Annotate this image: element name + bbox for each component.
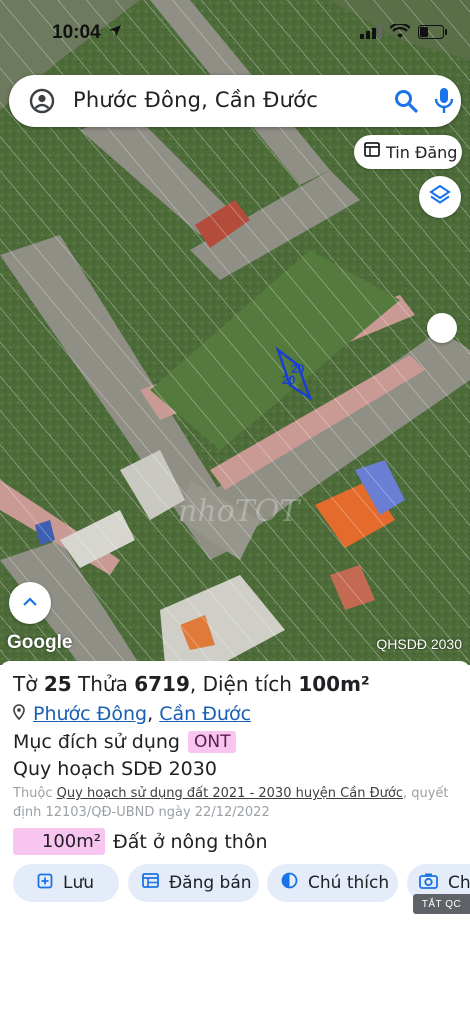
account-circle-icon[interactable]: [29, 88, 55, 119]
search-bar[interactable]: Phước Đông, Cần Đước: [9, 75, 461, 127]
expand-panel-button[interactable]: [9, 582, 51, 624]
plan-title: Quy hoạch SDĐ 2030: [13, 758, 217, 780]
wifi-icon: [389, 22, 411, 44]
signal-icon: [360, 24, 382, 44]
commune-link[interactable]: Phước Đông: [33, 703, 147, 725]
plot-label-depth: 20: [282, 373, 296, 387]
status-bar: 10:04: [0, 18, 470, 52]
land-use-code-badge: ONT: [187, 731, 237, 753]
zoning-area-badge: 100m²: [13, 828, 105, 855]
district-link[interactable]: Cần Đước: [159, 703, 251, 725]
layers-button[interactable]: [419, 176, 461, 218]
post-sale-button[interactable]: Đăng bán: [128, 864, 259, 902]
google-logo: Google: [7, 632, 73, 653]
map-layer-label: QHSDĐ 2030: [376, 636, 462, 652]
action-chips: Lưu Đăng bán Chú thích Ch: [13, 864, 470, 902]
land-use-purpose: Mục đích sử dụng ONT: [13, 731, 237, 753]
search-icon[interactable]: [393, 88, 419, 119]
legend-button[interactable]: Chú thích: [267, 864, 398, 902]
camera-icon: [419, 872, 438, 894]
layers-icon: [429, 184, 451, 211]
parcel-title: Tờ 25 Thửa 6719, Diện tích 100m²: [13, 672, 370, 696]
parcel-address: Phước Đông, Cần Đước: [13, 703, 251, 725]
search-input[interactable]: Phước Đông, Cần Đước: [73, 88, 318, 112]
location-pin-icon: [13, 703, 25, 725]
parcel-info-panel: Tờ 25 Thửa 6719, Diện tích 100m² Phước Đ…: [0, 661, 470, 1024]
listings-button[interactable]: Tin Đăng: [354, 135, 462, 169]
save-plus-icon: [37, 873, 53, 894]
post-sale-icon: [142, 873, 159, 893]
location-arrow-icon: [108, 24, 122, 43]
watermark: nhoTOT: [178, 494, 300, 529]
map-view[interactable]: 20 20 nhoTOT 10:04 Phước Đông, Cần Đước: [0, 0, 470, 665]
listings-button-label: Tin Đăng: [386, 142, 458, 162]
legend-contrast-icon: [281, 872, 298, 894]
plan-note: Thuộc Quy hoạch sử dụng đất 2021 - 2030 …: [13, 786, 449, 820]
mic-icon[interactable]: [433, 87, 455, 120]
save-button[interactable]: Lưu: [13, 864, 119, 902]
lot-number: 6719: [134, 672, 190, 696]
hide-ads-button[interactable]: TẮT QC: [413, 894, 470, 914]
parcel-area: 100m²: [298, 672, 370, 696]
battery-icon: [418, 24, 448, 44]
plan-document-link[interactable]: Quy hoạch sử dụng đất 2021 - 2030 huyện …: [57, 786, 403, 801]
sheet-number: 25: [43, 672, 72, 696]
zoning-row: 100m² Đất ở nông thôn: [13, 828, 268, 855]
expand-up-icon: [22, 594, 38, 612]
listing-icon: [364, 142, 380, 162]
status-time: 10:04: [52, 22, 101, 43]
compass-icon[interactable]: [427, 313, 457, 343]
zoning-type: Đất ở nông thôn: [113, 830, 268, 853]
